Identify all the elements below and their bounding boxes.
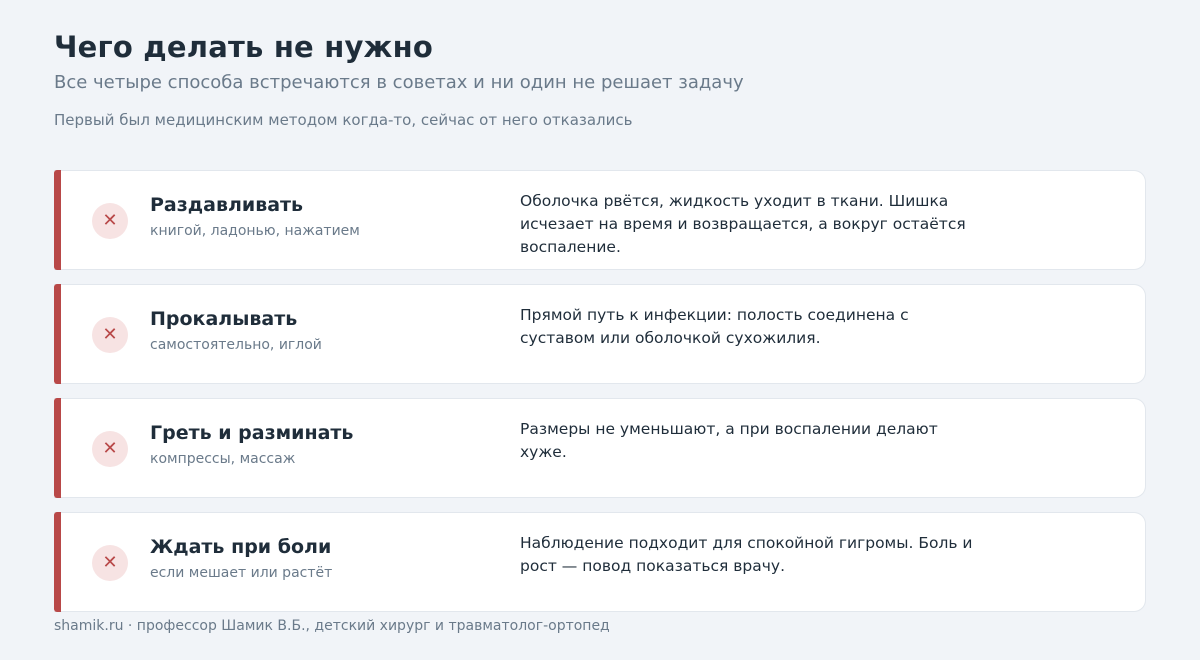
card-description: Оболочка рвётся, жидкость уходит в ткани… xyxy=(520,192,966,256)
page-subtitle: Все четыре способа встречаются в советах… xyxy=(54,72,744,93)
page-note: Первый был медицинским методом когда-то,… xyxy=(54,111,633,129)
card-subtitle: самостоятельно, иглой xyxy=(150,337,322,353)
card-accent-bar xyxy=(54,284,61,384)
page-title: Чего делать не нужно xyxy=(54,30,433,64)
card-description: Наблюдение подходит для спокойной гигром… xyxy=(520,534,973,575)
card-subtitle: книгой, ладонью, нажатием xyxy=(150,223,360,239)
card-title: Прокалывать xyxy=(150,308,298,330)
card-title: Ждать при боли xyxy=(150,536,332,558)
card-subtitle: если мешает или растёт xyxy=(150,565,333,581)
close-icon: ✕ xyxy=(92,431,128,467)
dont-card-heat-massage: ✕ Греть и разминать компрессы, массаж Ра… xyxy=(54,398,1146,498)
close-icon: ✕ xyxy=(92,203,128,239)
card-description: Размеры не уменьшают, а при воспалении д… xyxy=(520,420,938,461)
card-title: Греть и разминать xyxy=(150,422,354,444)
card-title: Раздавливать xyxy=(150,194,304,216)
card-accent-bar xyxy=(54,512,61,612)
footer-credit: shamik.ru · профессор Шамик В.Б., детски… xyxy=(54,618,610,634)
dont-card-wait-pain: ✕ Ждать при боли если мешает или растёт … xyxy=(54,512,1146,612)
close-icon: ✕ xyxy=(92,545,128,581)
card-description: Прямой путь к инфекции: полость соединен… xyxy=(520,306,909,347)
dont-list: ✕ Раздавливать книгой, ладонью, нажатием… xyxy=(54,170,1146,626)
card-subtitle: компрессы, массаж xyxy=(150,451,296,467)
card-accent-bar xyxy=(54,398,61,498)
dont-card-puncture: ✕ Прокалывать самостоятельно, иглой Прям… xyxy=(54,284,1146,384)
close-icon: ✕ xyxy=(92,317,128,353)
page: Чего делать не нужно Все четыре способа … xyxy=(0,0,1200,660)
dont-card-crush: ✕ Раздавливать книгой, ладонью, нажатием… xyxy=(54,170,1146,270)
card-accent-bar xyxy=(54,170,61,270)
